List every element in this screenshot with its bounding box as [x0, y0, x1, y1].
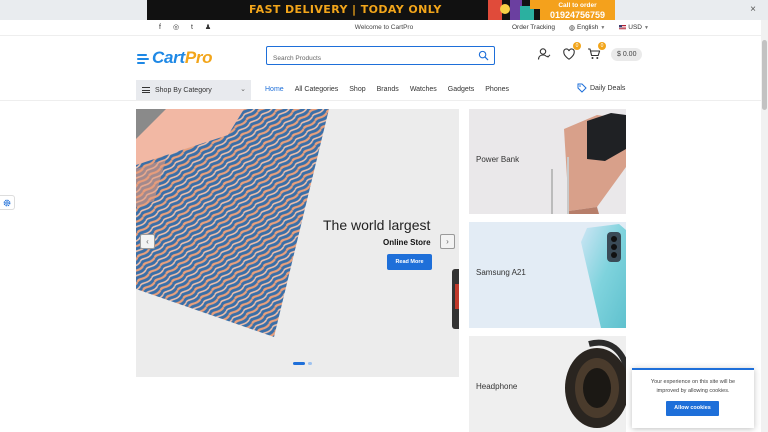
wishlist-count-badge: 0	[573, 42, 581, 50]
promo-headline: FAST DELIVERY | TODAY ONLY	[249, 3, 442, 16]
chevron-down-icon: ▼	[600, 24, 606, 31]
search-icon[interactable]	[478, 50, 489, 61]
account-button[interactable]	[537, 47, 551, 61]
site-logo[interactable]: CartPro	[137, 48, 213, 68]
banner-label: Power Bank	[476, 155, 520, 164]
banner-samsung-a21[interactable]: Samsung A21	[469, 222, 626, 328]
logo-text: CartPro	[152, 48, 213, 68]
nav-shop[interactable]: Shop	[349, 86, 365, 93]
logo-cart-icon	[137, 51, 151, 65]
nav-phones[interactable]: Phones	[485, 86, 509, 93]
tag-icon	[577, 83, 587, 93]
page: FAST DELIVERY | TODAY ONLY Call to order…	[0, 0, 768, 432]
currency-value: USD	[628, 24, 643, 31]
banner-headphone[interactable]: Headphone	[469, 336, 626, 432]
promo-close-icon[interactable]: ×	[747, 4, 759, 16]
promo-banner[interactable]: FAST DELIVERY | TODAY ONLY Call to order…	[147, 0, 615, 20]
shop-by-category-label: Shop By Category	[155, 86, 212, 94]
banner-label: Samsung A21	[476, 268, 526, 277]
flag-icon	[619, 25, 627, 30]
nav-all-categories[interactable]: All Categories	[295, 86, 339, 93]
logo-text-cart: Cart	[152, 48, 185, 67]
nav-brands[interactable]: Brands	[377, 86, 399, 93]
promo-cta-label: Call to order	[558, 2, 597, 9]
language-select[interactable]: English ▼	[569, 24, 605, 31]
nav-watches[interactable]: Watches	[410, 86, 437, 93]
cookie-message: Your experience on this site will be imp…	[650, 379, 736, 394]
topbar: f ◎ t ♟ Welcome to CartPro Order Trackin…	[0, 20, 768, 36]
allow-cookies-button[interactable]: Allow cookies	[666, 401, 719, 416]
slider-dot-1[interactable]	[293, 362, 305, 365]
hero-slider: The world largest Online Store Read More…	[136, 109, 459, 377]
slider-dot-2[interactable]	[308, 362, 312, 365]
promo-illustration	[482, 0, 542, 20]
topbar-right: Order Tracking English ▼ USD ▼	[512, 24, 649, 31]
cart-button[interactable]: 0	[587, 42, 606, 61]
currency-select[interactable]: USD ▼	[619, 24, 649, 31]
menu-icon	[142, 86, 150, 95]
globe-icon	[569, 24, 575, 31]
read-more-button[interactable]: Read More	[387, 254, 432, 270]
cookie-consent-popup: Your experience on this site will be imp…	[632, 368, 754, 428]
nav-home[interactable]: Home	[265, 86, 284, 93]
daily-deals-link[interactable]: Daily Deals	[577, 83, 625, 93]
slider-next-icon[interactable]: ›	[440, 234, 455, 249]
settings-button[interactable]	[0, 195, 15, 210]
main-menu: Home All Categories Shop Brands Watches …	[265, 86, 509, 93]
hero-title: The world largest	[323, 217, 431, 233]
wishlist-button[interactable]: 0	[562, 42, 581, 61]
header-actions: 0 0 $ 0.00	[537, 42, 643, 61]
slider-dots	[293, 362, 312, 365]
search-box	[266, 46, 495, 67]
scrollbar-thumb[interactable]	[762, 40, 767, 110]
welcome-text: Welcome to CartPro	[354, 24, 414, 31]
cart-total[interactable]: $ 0.00	[611, 47, 643, 61]
promo-phone-number: 01924756759	[549, 10, 606, 20]
hero-subtitle: Online Store	[383, 238, 431, 247]
search-input[interactable]	[267, 50, 467, 67]
gear-icon	[3, 199, 11, 206]
language-value: English	[577, 24, 599, 31]
promo-call-to-order[interactable]: Call to order 01924756759	[540, 0, 615, 20]
cart-count-badge: 0	[598, 42, 606, 50]
daily-deals-label: Daily Deals	[590, 84, 626, 92]
banner-power-bank[interactable]: Power Bank	[469, 109, 626, 214]
user-icon	[537, 48, 551, 60]
nav-gadgets[interactable]: Gadgets	[448, 86, 474, 93]
banner-label: Headphone	[476, 382, 518, 391]
slider-prev-icon[interactable]: ‹	[140, 234, 155, 249]
order-tracking-link[interactable]: Order Tracking	[512, 24, 555, 31]
chevron-down-icon: ▼	[644, 24, 649, 31]
logo-text-pro: Pro	[184, 48, 213, 67]
shop-by-category-button[interactable]: Shop By Category ⌄	[136, 80, 251, 100]
chevron-down-icon: ⌄	[240, 86, 246, 93]
nav-divider	[0, 100, 768, 101]
scrollbar[interactable]	[761, 20, 768, 432]
